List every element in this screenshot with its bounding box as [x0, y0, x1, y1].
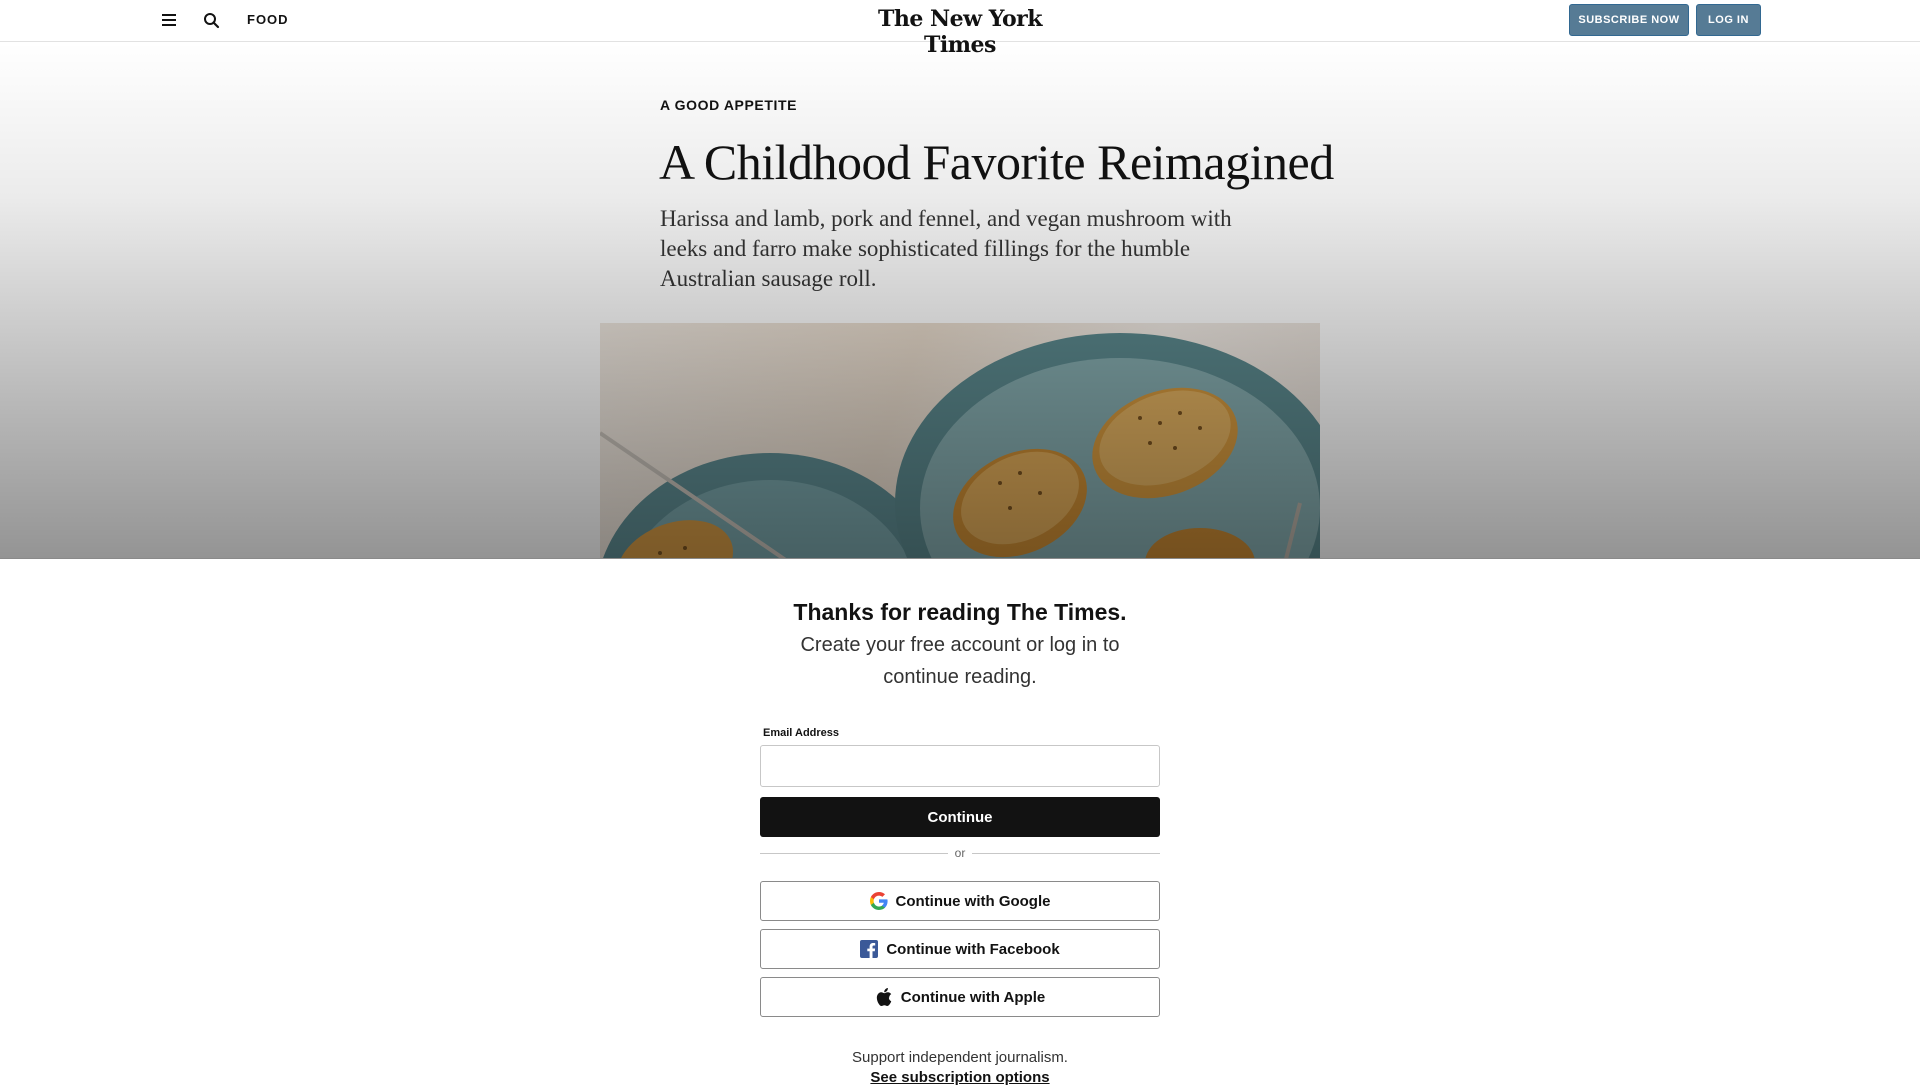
subscribe-button[interactable]: SUBSCRIBE NOW: [1569, 4, 1689, 36]
support-text: Support independent journalism.: [852, 1049, 1068, 1066]
registration-subtitle: Create your free account or log in to co…: [800, 634, 1120, 688]
registration-wall: Thanks for reading The Times. Create you…: [0, 558, 1920, 1086]
search-icon[interactable]: [202, 11, 222, 31]
continue-button[interactable]: Continue: [760, 797, 1160, 837]
google-label: Continue with Google: [895, 892, 1051, 910]
login-button[interactable]: LOG IN: [1696, 4, 1761, 36]
site-header: FOOD The New York Times SUBSCRIBE NOW LO…: [0, 0, 1920, 58]
continue-with-apple-button[interactable]: Continue with Apple: [760, 977, 1160, 1017]
article-summary: Harissa and lamb, pork and fennel, and v…: [660, 206, 1232, 291]
subscription-options-link[interactable]: See subscription options: [0, 1069, 1920, 1086]
facebook-label: Continue with Facebook: [886, 940, 1060, 958]
continue-with-google-button[interactable]: Continue with Google: [760, 881, 1160, 921]
google-icon: [869, 892, 888, 910]
masthead-logo[interactable]: The New York Times: [840, 6, 1080, 58]
apple-icon: [875, 988, 893, 1006]
hero-image: [600, 323, 1320, 558]
section-link-food[interactable]: FOOD: [247, 12, 289, 27]
divider-text: or: [954, 846, 966, 860]
facebook-icon: [860, 940, 879, 958]
article-kicker: A GOOD APPETITE: [660, 97, 798, 113]
or-divider: or: [760, 845, 1160, 861]
menu-icon[interactable]: [160, 13, 178, 27]
continue-with-facebook-button[interactable]: Continue with Facebook: [760, 929, 1160, 969]
apple-label: Continue with Apple: [900, 988, 1046, 1006]
email-field[interactable]: [760, 745, 1160, 787]
email-label: Email Address: [763, 727, 840, 739]
registration-title: Thanks for reading The Times.: [793, 599, 1127, 625]
article-preview: A GOOD APPETITE A Childhood Favorite Rei…: [0, 42, 1920, 558]
article-headline: A Childhood Favorite Reimagined: [659, 134, 1334, 190]
